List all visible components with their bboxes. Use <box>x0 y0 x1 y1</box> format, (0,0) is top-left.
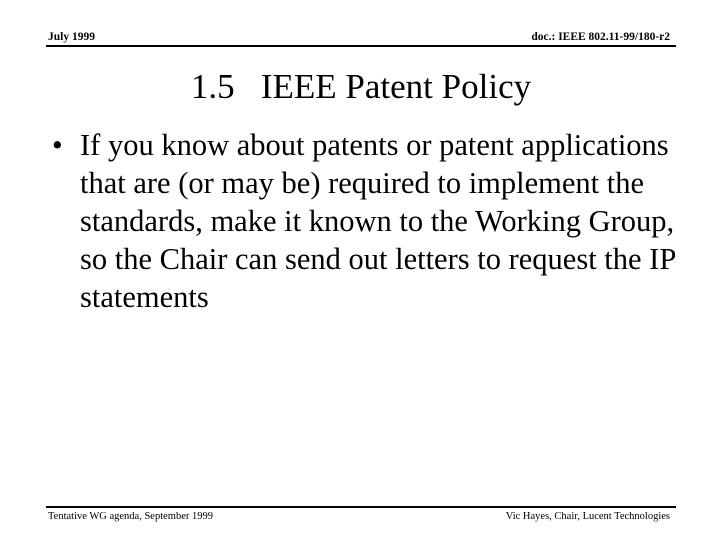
footer-divider-rule <box>46 506 676 508</box>
header-divider-rule <box>46 45 676 47</box>
list-item: • If you know about patents or patent ap… <box>46 126 676 316</box>
slide-footer: Tentative WG agenda, September 1999 Vic … <box>46 506 676 530</box>
list-item-text: If you know about patents or patent appl… <box>80 128 676 314</box>
footer-author-label: Vic Hayes, Chair, Lucent Technologies <box>505 511 670 522</box>
bullet-icon: • <box>52 128 63 162</box>
header-date: July 1999 <box>48 31 95 43</box>
header-document-number: doc.: IEEE 802.11-99/180-r2 <box>531 31 670 43</box>
slide-header: July 1999 doc.: IEEE 802.11-99/180-r2 <box>46 30 676 52</box>
slide-body: • If you know about patents or patent ap… <box>46 126 676 316</box>
page-title: 1.5 IEEE Patent Policy <box>190 67 532 106</box>
slide-canvas: July 1999 doc.: IEEE 802.11-99/180-r2 1.… <box>0 0 720 540</box>
footer-agenda-label: Tentative WG agenda, September 1999 <box>48 511 213 522</box>
